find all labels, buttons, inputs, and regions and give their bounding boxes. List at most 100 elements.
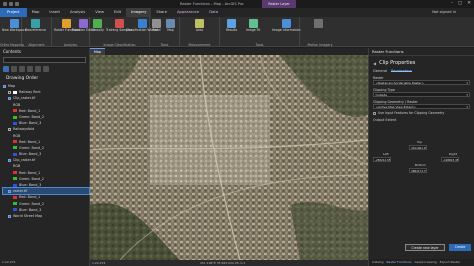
editing-icon[interactable] [27,65,33,72]
undo-icon[interactable] [9,1,13,6]
map-coordinates: 251.198°E 35,565,022.25 m ▾ [200,261,246,265]
user-status[interactable]: Not signed in [432,8,474,17]
legend-swatch-icon [13,146,17,150]
tab-data[interactable]: Data [204,8,223,17]
classify-button[interactable]: Classify [92,19,104,33]
layer-visibility-checkbox[interactable] [8,158,11,162]
tab-map-view[interactable]: Map [90,48,105,55]
map-canvas[interactable] [90,55,368,260]
image-fit-button[interactable]: Image Fit [246,19,260,33]
source-icon[interactable] [11,65,17,72]
group-label-ortho: Ortho Mapping [0,42,24,47]
tab-view[interactable]: View [90,8,109,17]
layer-visibility-checkbox[interactable] [3,84,6,88]
legend-swatch-icon [13,140,17,144]
drawing-order-icon[interactable] [3,65,9,72]
layer-visibility-checkbox[interactable] [8,189,11,193]
back-arrow-icon[interactable]: ◀ [373,61,376,66]
contents-search-input[interactable] [3,57,86,63]
contents-scale: 1:22,274 [2,260,16,264]
results-icon [227,19,237,28]
top-label: Top [417,140,423,144]
use-input-features-checkbox[interactable] [373,111,376,115]
top-field[interactable]: 4911961.09 m [409,145,427,150]
minimize-button[interactable]: – [451,1,453,6]
group-label-motion: Motion Imagery [307,42,333,47]
map-scale[interactable]: 1:22,274 [92,260,105,266]
map-view: Map 1:22,274 251.198°E 35,565,022.25 m ▾ [90,48,368,266]
group-label-analysis: Analysis [63,42,78,47]
create-new-layer-button[interactable]: Create new layer [405,244,445,251]
snapping-icon[interactable] [35,65,41,72]
tab-insert[interactable]: Insert [44,8,65,17]
right-field[interactable]: -108823.38 m [441,157,459,162]
tab-analysis[interactable]: Analysis [65,8,90,17]
tab-raster-functions[interactable]: Raster Functions [387,259,412,266]
tab-parameters[interactable]: Parameters [391,69,412,73]
create-button[interactable]: Create [449,244,471,251]
legend-swatch-icon [13,183,17,187]
ribbon-group-tools-b: Results Image Fit Image Information Tool… [220,17,301,47]
title-bar: Raster Functions - Map - ArcGIS Pro Rast… [0,0,474,8]
band-button[interactable]: Band [152,19,161,33]
band-label: Band [152,28,161,32]
group-label-measurement: Measurement [188,42,211,47]
clip-subtabs: General Parameters [369,67,474,74]
legend-swatch-icon [13,121,17,125]
window-controls: – □ ✕ [451,1,471,6]
tab-imagery[interactable]: Imagery [126,8,152,17]
tab-general[interactable]: General [373,69,387,73]
area-button[interactable]: Area [195,19,204,33]
use-input-features-label: Use Input Features for Clipping Geometry [378,111,445,115]
georeference-button[interactable]: Georeference [25,19,46,33]
clipping-geometry-dropdown[interactable]: <Active Map View Extent> [373,103,470,109]
clipping-type-dropdown[interactable]: Outside [373,91,470,97]
output-extent-label: Output Extent [373,117,397,122]
tab-geoprocessing[interactable]: Geoprocessing [414,259,436,266]
ribbon-group-classification: Classify Training Samples Classification… [90,17,158,47]
clip-properties-header: ◀ Clip Properties [369,56,474,67]
redo-icon[interactable] [15,1,19,6]
save-icon[interactable] [3,1,7,6]
legend-swatch-icon [13,177,17,181]
contents-pane: Contents Drawing Order Map Railway Rect Cl… [0,48,90,266]
maximize-button[interactable]: □ [458,1,462,6]
area-label: Area [195,28,204,32]
image-fit-label: Image Fit [246,28,261,32]
ribbon-group-analysis: Raster Functions Function Editor Analysi… [52,17,95,47]
tab-edit[interactable]: Edit [109,8,126,17]
output-extent-group: Top 4911961.09 m Left -258212.55 m Right… [369,140,474,176]
image-information-button[interactable]: Image Information [272,19,301,33]
map-tool-button[interactable]: Map [166,19,175,33]
layer-visibility-checkbox[interactable] [8,96,11,100]
left-field[interactable]: -258212.55 m [373,157,391,162]
raster-dropdown[interactable]: <Raster.anchorVariable Raster> [373,79,470,85]
tab-appearance[interactable]: Appearance [172,8,204,17]
results-button[interactable]: Results [226,19,237,33]
bottom-field[interactable]: 4884173.75 m [409,168,427,173]
legend-swatch-icon [13,171,17,175]
labeling-icon[interactable] [43,65,49,72]
quick-access-toolbar [3,1,19,6]
layer-visibility-checkbox[interactable] [8,90,11,94]
ribbon-group-ortho: New Workspace Ortho Mapping [0,17,27,47]
tab-export-raster[interactable]: Export Raster [440,259,460,266]
clipping-geometry-label: Clipping Geometry / Raster [373,99,418,104]
close-button[interactable]: ✕ [467,1,471,6]
raster-functions-icon [62,19,72,28]
raster-functions-title: Raster Functions [369,48,474,56]
tab-map[interactable]: Map [27,8,45,17]
tab-project[interactable]: Project [0,8,27,17]
layer-visibility-checkbox[interactable] [8,214,11,218]
tab-catalog[interactable]: Catalog [372,259,384,266]
tab-share[interactable]: Share [151,8,172,17]
selection-icon[interactable] [19,65,25,72]
legend-swatch-icon [13,115,17,119]
layer-tree-item[interactable]: World Street Map [3,213,89,219]
layer-visibility-checkbox[interactable] [8,127,11,131]
right-label: Right [449,152,457,156]
ribbon-tabs: Project Map Insert Analysis View Edit Im… [0,8,474,17]
motion-imagery-button[interactable] [314,19,323,29]
georeference-icon [30,19,40,28]
function-editor-icon [79,19,89,28]
